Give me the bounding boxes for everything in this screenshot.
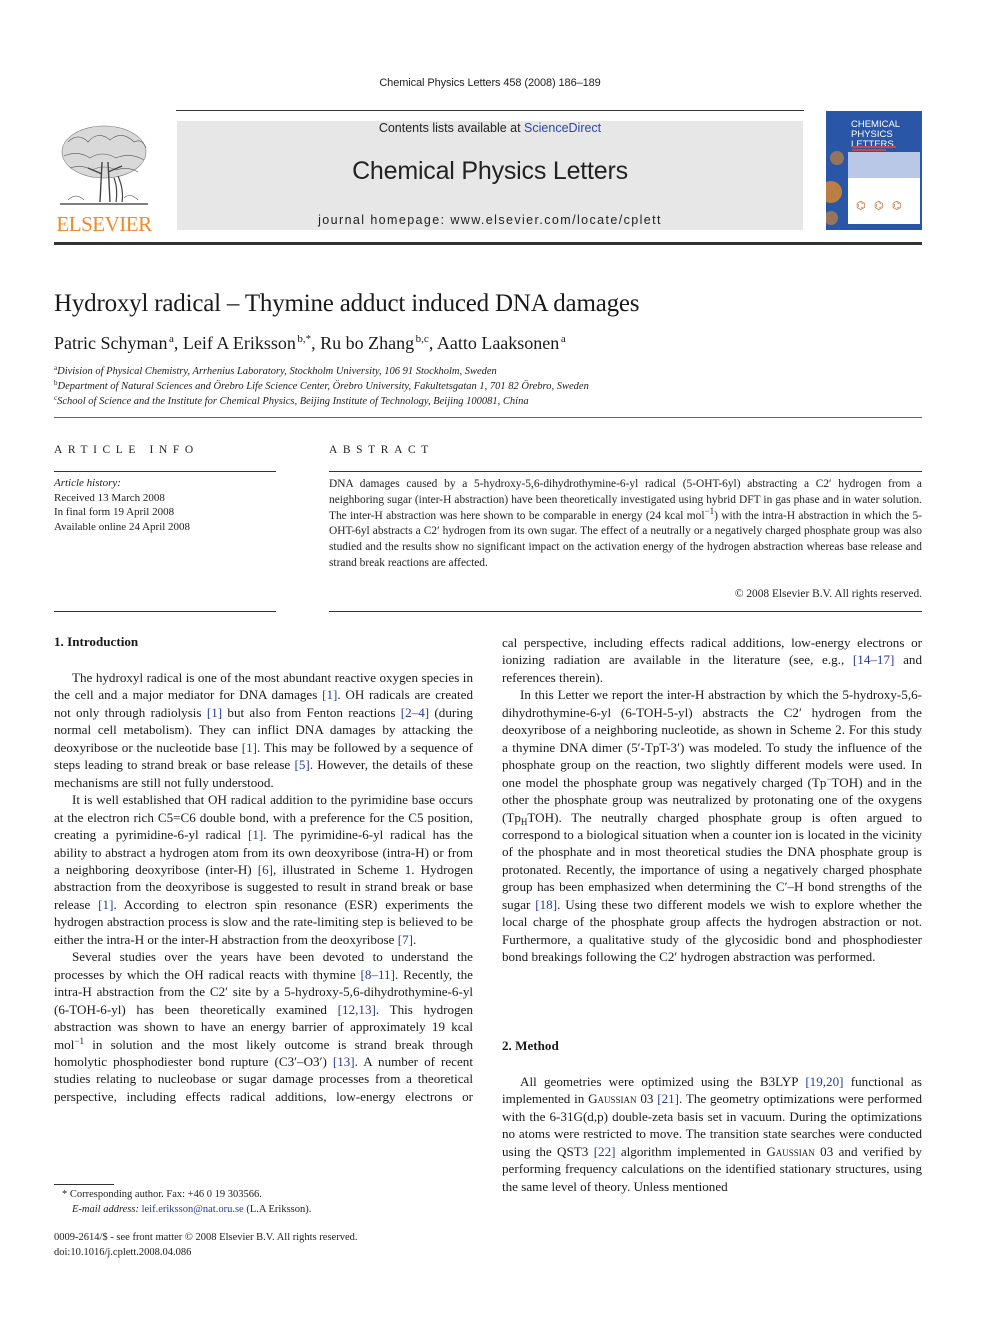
citation-link[interactable]: [21]: [657, 1091, 679, 1106]
citation-link[interactable]: [1]: [248, 827, 263, 842]
citation-link[interactable]: [12,13]: [338, 1002, 376, 1017]
intro-paragraphs: The hydroxyl radical is one of the most …: [54, 669, 473, 1104]
article-title: Hydroxyl radical – Thymine adduct induce…: [54, 290, 640, 317]
journal-homepage[interactable]: journal homepage: www.elsevier.com/locat…: [177, 213, 803, 227]
citation-link[interactable]: [1]: [98, 897, 113, 912]
paragraph: It is well established that OH radical a…: [54, 792, 473, 947]
paragraph: cal perspective, including effects radic…: [502, 635, 922, 685]
article-info-heading: ARTICLE INFO: [54, 444, 199, 456]
affiliation: bDepartment of Natural Sciences and Öreb…: [54, 379, 589, 392]
doi[interactable]: doi:10.1016/j.cplett.2008.04.086: [54, 1246, 357, 1261]
citation-link[interactable]: [6]: [258, 862, 273, 877]
elsevier-tree-icon: [58, 122, 150, 210]
author[interactable]: Aatto Laaksonen a: [437, 333, 566, 353]
header-bottom-rule: [54, 242, 922, 245]
section-heading-introduction: 1. Introduction: [54, 634, 139, 649]
cover-panel-band: [848, 152, 920, 178]
article-history: Article history: Received 13 March 2008 …: [54, 476, 190, 535]
online-date: Available online 24 April 2008: [54, 521, 191, 534]
citation-link[interactable]: [22]: [594, 1144, 616, 1159]
author[interactable]: Leif A Eriksson b,*: [183, 333, 311, 353]
citation-link[interactable]: [1]: [242, 740, 257, 755]
elsevier-logo-text: ELSEVIER: [56, 212, 152, 236]
abstract-copyright: © 2008 Elsevier B.V. All rights reserved…: [734, 588, 922, 600]
header-rule: [176, 110, 804, 111]
paragraph: Several studies over the years have been…: [54, 949, 473, 1104]
citation-link[interactable]: [5]: [294, 757, 309, 772]
section-heading-method: 2. Method: [502, 1038, 559, 1053]
footnote-rule: [54, 1184, 114, 1185]
citation-link[interactable]: [2–4]: [401, 705, 429, 720]
molecule-icon: ⌬: [892, 199, 902, 212]
received-date: Received 13 March 2008: [54, 491, 165, 504]
issn-line: 0009-2614/$ - see front matter © 2008 El…: [54, 1232, 358, 1243]
front-matter: 0009-2614/$ - see front matter © 2008 El…: [54, 1231, 357, 1260]
section-divider: [54, 417, 922, 418]
corresponding-author-note: * Corresponding author. Fax: +46 0 19 30…: [62, 1189, 262, 1200]
cover-decoration: [826, 181, 842, 203]
journal-banner: Contents lists available at ScienceDirec…: [177, 121, 803, 230]
cover-decoration: [826, 211, 838, 225]
citation-link[interactable]: [19,20]: [805, 1074, 843, 1089]
author[interactable]: Ru bo Zhang b,c: [320, 333, 429, 353]
cover-decoration: [830, 151, 844, 165]
abstract-heading: ABSTRACT: [329, 444, 434, 456]
final-form-date: In final form 19 April 2008: [54, 506, 175, 519]
footnote: * Corresponding author. Fax: +46 0 19 30…: [62, 1189, 312, 1215]
history-label: Article history:: [54, 477, 121, 489]
abstract-rule: [329, 471, 922, 472]
cover-panel: [848, 152, 920, 224]
citation-link[interactable]: [1]: [207, 705, 222, 720]
affiliation: cSchool of Science and the Institute for…: [54, 394, 529, 407]
citation-link[interactable]: [18]: [535, 897, 557, 912]
sciencedirect-link[interactable]: ScienceDirect: [524, 121, 601, 135]
cover-subtitle-line: [852, 146, 896, 148]
citation-link[interactable]: [8–11]: [361, 967, 395, 982]
paragraph: All geometries were optimized using the …: [502, 1074, 922, 1194]
intro-paragraphs-continued: cal perspective, including effects radic…: [502, 634, 922, 966]
journal-cover-thumbnail[interactable]: CHEMICAL PHYSICS LETTERS ⌬ ⌬ ⌬: [826, 111, 922, 230]
cover-subtitle-line: [852, 149, 886, 151]
journal-title: Chemical Physics Letters: [352, 157, 628, 185]
abstract-body: DNA damages caused by a 5-hydroxy-5,6-di…: [329, 478, 922, 569]
paragraph: In this Letter we report the inter-H abs…: [502, 687, 922, 965]
contents-prefix: Contents lists available at: [378, 121, 525, 135]
abstract-rule: [329, 611, 922, 612]
author-list: Patric Schyman a, Leif A Eriksson b,*, R…: [54, 333, 566, 353]
contents-line: Contents lists available at ScienceDirec…: [177, 121, 803, 135]
running-head: Chemical Physics Letters 458 (2008) 186–…: [379, 77, 601, 89]
citation-link[interactable]: [1]: [322, 687, 337, 702]
method-paragraphs: All geometries were optimized using the …: [502, 1073, 922, 1195]
article-info-rule: [54, 611, 276, 612]
citation-link[interactable]: [14–17]: [853, 652, 894, 667]
email-label: E-mail address:: [72, 1203, 139, 1215]
citation-link[interactable]: [13]: [333, 1054, 355, 1069]
email-link[interactable]: leif.eriksson@nat.oru.se: [142, 1204, 244, 1215]
affiliation: aDivision of Physical Chemistry, Arrheni…: [54, 364, 497, 377]
citation-link[interactable]: [7]: [398, 932, 413, 947]
molecule-icon: ⌬: [874, 199, 884, 212]
paragraph: The hydroxyl radical is one of the most …: [54, 670, 474, 790]
elsevier-logo[interactable]: ELSEVIER: [54, 122, 154, 236]
author[interactable]: Patric Schyman a: [54, 333, 174, 353]
article-info-rule: [54, 471, 276, 472]
molecule-icon: ⌬: [856, 199, 866, 212]
